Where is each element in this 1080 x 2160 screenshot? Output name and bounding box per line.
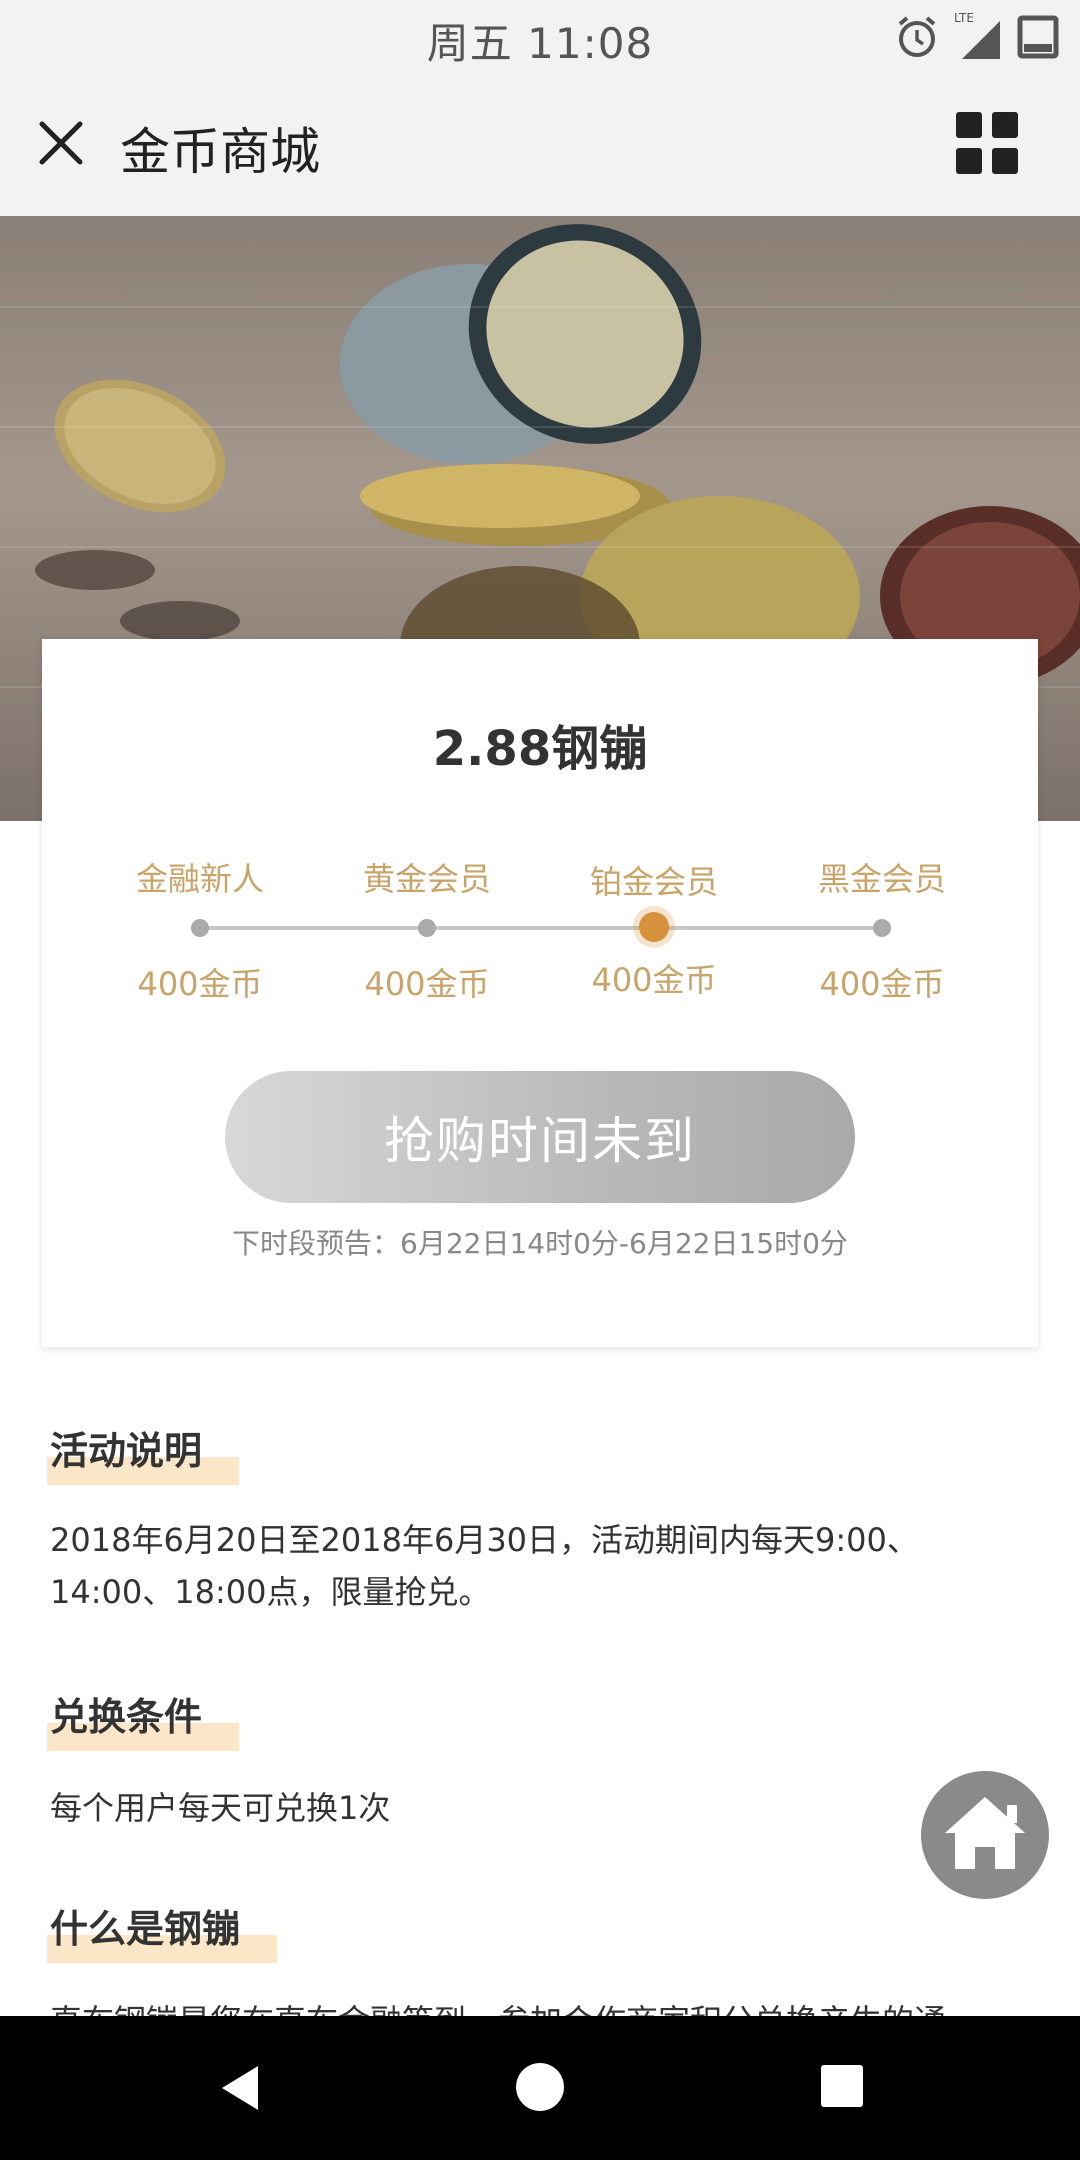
tier-name: 铂金会员 bbox=[589, 863, 718, 901]
tier-name: 黄金会员 bbox=[362, 860, 491, 898]
section-title-activity: 活动说明 bbox=[47, 1420, 239, 1485]
home-button[interactable] bbox=[921, 1771, 1049, 1899]
tier-coins: 400金币 bbox=[137, 965, 263, 1003]
tier-coins: 400金币 bbox=[364, 965, 490, 1003]
tier-track bbox=[200, 926, 882, 930]
next-slot-notice: 下时段预告：6月22日14时0分-6月22日15时0分 bbox=[232, 1227, 848, 1260]
status-bar: 周五 11:08 LTE bbox=[0, 0, 1080, 74]
tier-dot bbox=[191, 919, 209, 937]
recents-icon[interactable] bbox=[817, 2061, 867, 2111]
page: 周五 11:08 LTE 金币商城 2.88钢镚 金融新人 黄金会员 铂金会员 … bbox=[0, 0, 1080, 2160]
product-price: 2.88钢镚 bbox=[432, 721, 648, 777]
section-text-exchange: 每个用户每天可兑换1次 bbox=[50, 1789, 391, 1827]
tier-name: 金融新人 bbox=[135, 860, 264, 898]
battery-icon bbox=[1017, 15, 1059, 59]
buy-button[interactable]: 抢购时间未到 bbox=[225, 1071, 855, 1203]
section-title-exchange: 兑换条件 bbox=[47, 1686, 239, 1751]
navigation-bar bbox=[0, 2016, 1080, 2160]
title-bar: 金币商城 bbox=[0, 74, 1080, 216]
grid-icon[interactable] bbox=[956, 112, 1020, 176]
tier-coins: 400金币 bbox=[591, 961, 717, 999]
status-icons: LTE bbox=[894, 11, 1060, 62]
close-icon[interactable] bbox=[30, 112, 92, 174]
signal-icon: LTE bbox=[954, 11, 1002, 61]
tier-dot bbox=[418, 919, 436, 937]
tier-dot-active bbox=[639, 912, 669, 942]
page-title: 金币商城 bbox=[120, 123, 320, 181]
tier-dot bbox=[873, 919, 891, 937]
tier-name: 黑金会员 bbox=[817, 860, 946, 898]
section-title-whatis: 什么是钢镚 bbox=[47, 1898, 277, 1963]
product-card: 2.88钢镚 金融新人 黄金会员 铂金会员 黑金会员 400金币 400金币 4… bbox=[42, 639, 1038, 1347]
back-icon[interactable] bbox=[212, 2060, 268, 2116]
section-text-activity: 2018年6月20日至2018年6月30日，活动期间内每天9:00、14:00、… bbox=[50, 1521, 919, 1611]
alarm-icon bbox=[898, 16, 936, 57]
home-circle-icon[interactable] bbox=[513, 2060, 567, 2114]
home-icon bbox=[945, 1797, 1025, 1869]
tier-coins: 400金币 bbox=[819, 965, 945, 1003]
